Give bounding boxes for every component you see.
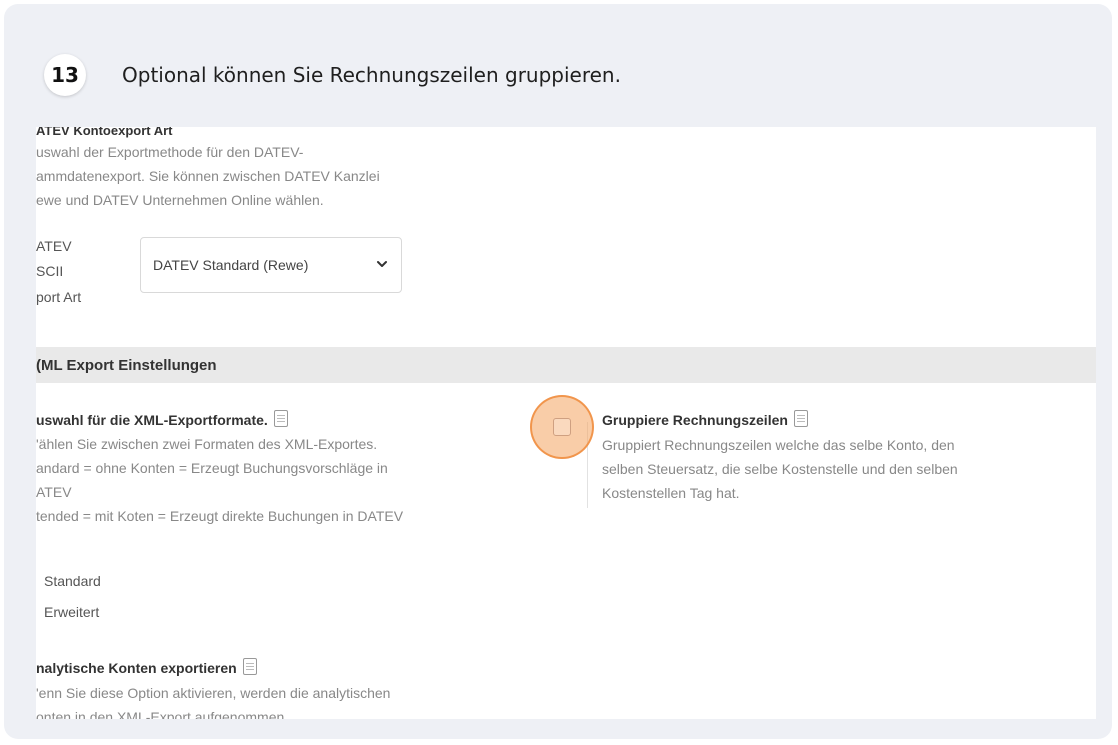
settings-screenshot: ATEV Kontoexport Art uswahl der Exportme… [36, 127, 1096, 719]
xml-formats-title: uswahl für die XML-Exportformate. [36, 412, 268, 428]
datev-field-label-2: SCII [36, 263, 64, 279]
datev-field-label-3: port Art [36, 289, 82, 305]
analytic-accounts-heading: nalytische Konten exportieren [36, 658, 257, 676]
tutorial-card: 13 Optional können Sie Rechnungszeilen g… [4, 4, 1112, 739]
analytic-accounts-desc-2: onten in den XML-Export aufgenommen [36, 709, 285, 719]
datev-export-select-value: DATEV Standard (Rewe) [153, 257, 309, 273]
document-icon[interactable] [793, 410, 808, 427]
step-instruction: Optional können Sie Rechnungszeilen grup… [122, 63, 621, 87]
datev-export-desc-3: ewe und DATEV Unternehmen Online wählen. [36, 192, 324, 208]
group-lines-title: Gruppiere Rechnungszeilen [602, 412, 788, 428]
xml-formats-heading: uswahl für die XML-Exportformate. [36, 410, 288, 428]
xml-export-section-title: (ML Export Einstellungen [36, 356, 217, 374]
group-lines-heading: Gruppiere Rechnungszeilen [602, 410, 808, 428]
analytic-accounts-title: nalytische Konten exportieren [36, 660, 237, 676]
datev-export-desc-2: ammdatenexport. Sie können zwischen DATE… [36, 168, 380, 184]
chevron-down-icon [377, 261, 387, 267]
group-lines-checkbox[interactable] [553, 418, 571, 436]
xml-formats-desc-1: 'ählen Sie zwischen zwei Formaten des XM… [36, 436, 378, 452]
xml-export-section-header: (ML Export Einstellungen [36, 347, 1096, 383]
document-icon[interactable] [273, 410, 288, 427]
xml-formats-desc-4: tended = mit Koten = Erzeugt direkte Buc… [36, 508, 404, 524]
datev-export-desc-1: uswahl der Exportmethode für den DATEV- [36, 144, 304, 160]
group-lines-desc-2: selben Steuersatz, die selbe Kostenstell… [602, 461, 958, 477]
document-icon[interactable] [242, 658, 257, 675]
xml-formats-desc-3: ATEV [36, 484, 72, 500]
datev-export-select[interactable]: DATEV Standard (Rewe) [140, 237, 402, 293]
group-lines-desc-3: Kostenstellen Tag hat. [602, 485, 740, 501]
xml-formats-desc-2: andard = ohne Konten = Erzeugt Buchungsv… [36, 460, 388, 476]
group-lines-desc-1: Gruppiert Rechnungszeilen welche das sel… [602, 437, 955, 453]
xml-format-option-standard[interactable]: Standard [44, 570, 101, 592]
step-number-badge: 13 [44, 54, 86, 96]
analytic-accounts-desc-1: 'enn Sie diese Option aktivieren, werden… [36, 685, 391, 701]
xml-format-option-erweitert[interactable]: Erweitert [44, 601, 99, 623]
datev-field-label-1: ATEV [36, 238, 72, 254]
datev-export-title: ATEV Kontoexport Art [36, 127, 173, 138]
step-header: 13 Optional können Sie Rechnungszeilen g… [44, 54, 621, 96]
